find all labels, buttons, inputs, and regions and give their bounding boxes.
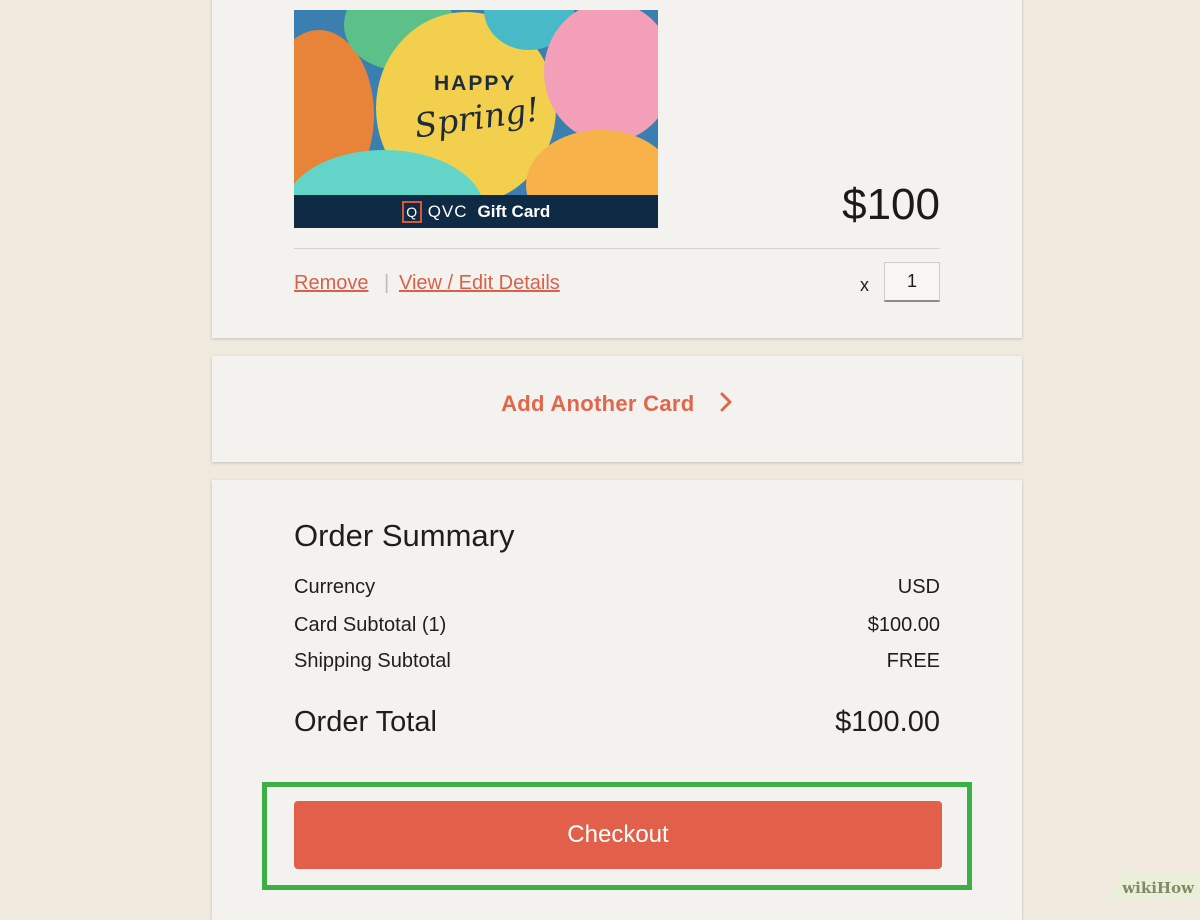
add-another-card-button[interactable]: Add Another Card bbox=[212, 391, 1022, 419]
quantity-input[interactable] bbox=[884, 262, 940, 302]
card-brand-name: QVC bbox=[427, 201, 468, 221]
card-greeting-top: HAPPY bbox=[434, 72, 517, 95]
summary-value: $100.00 bbox=[867, 614, 940, 636]
order-summary-title: Order Summary bbox=[294, 518, 515, 553]
watermark-logo: wikiHow bbox=[1122, 879, 1194, 897]
checkout-button[interactable]: Checkout bbox=[294, 801, 942, 869]
card-type-label: Gift Card bbox=[477, 201, 551, 221]
summary-label: Card Subtotal (1) bbox=[294, 614, 447, 636]
chevron-right-icon bbox=[719, 391, 733, 419]
summary-value: USD bbox=[897, 576, 940, 598]
summary-value: FREE bbox=[886, 650, 940, 672]
order-total-label: Order Total bbox=[294, 706, 437, 738]
card-brand-bar: Q QVC Gift Card bbox=[294, 195, 658, 228]
view-edit-details-link[interactable]: View / Edit Details bbox=[399, 272, 560, 295]
summary-label: Shipping Subtotal bbox=[294, 650, 451, 672]
gift-card-image: HAPPY Spring! Q QVC Gift Card bbox=[294, 10, 658, 228]
summary-row-order-total: Order Total $100.00 bbox=[294, 706, 940, 739]
summary-row-shipping-subtotal: Shipping Subtotal FREE bbox=[294, 650, 940, 673]
order-total-value: $100.00 bbox=[835, 706, 940, 738]
divider bbox=[294, 248, 940, 249]
link-separator: | bbox=[384, 272, 390, 294]
summary-row-currency: Currency USD bbox=[294, 576, 940, 599]
gift-card-item-panel: HAPPY Spring! Q QVC Gift Card $100 Remov… bbox=[212, 0, 1022, 338]
summary-label: Currency bbox=[294, 576, 376, 598]
add-card-panel: Add Another Card bbox=[212, 356, 1022, 462]
card-price: $100 bbox=[842, 180, 940, 229]
quantity-prefix: x bbox=[860, 275, 869, 295]
remove-link[interactable]: Remove bbox=[294, 272, 368, 295]
qvc-logo-icon: Q bbox=[401, 200, 422, 223]
summary-row-card-subtotal: Card Subtotal (1) $100.00 bbox=[294, 614, 940, 637]
add-another-card-label: Add Another Card bbox=[501, 391, 695, 416]
